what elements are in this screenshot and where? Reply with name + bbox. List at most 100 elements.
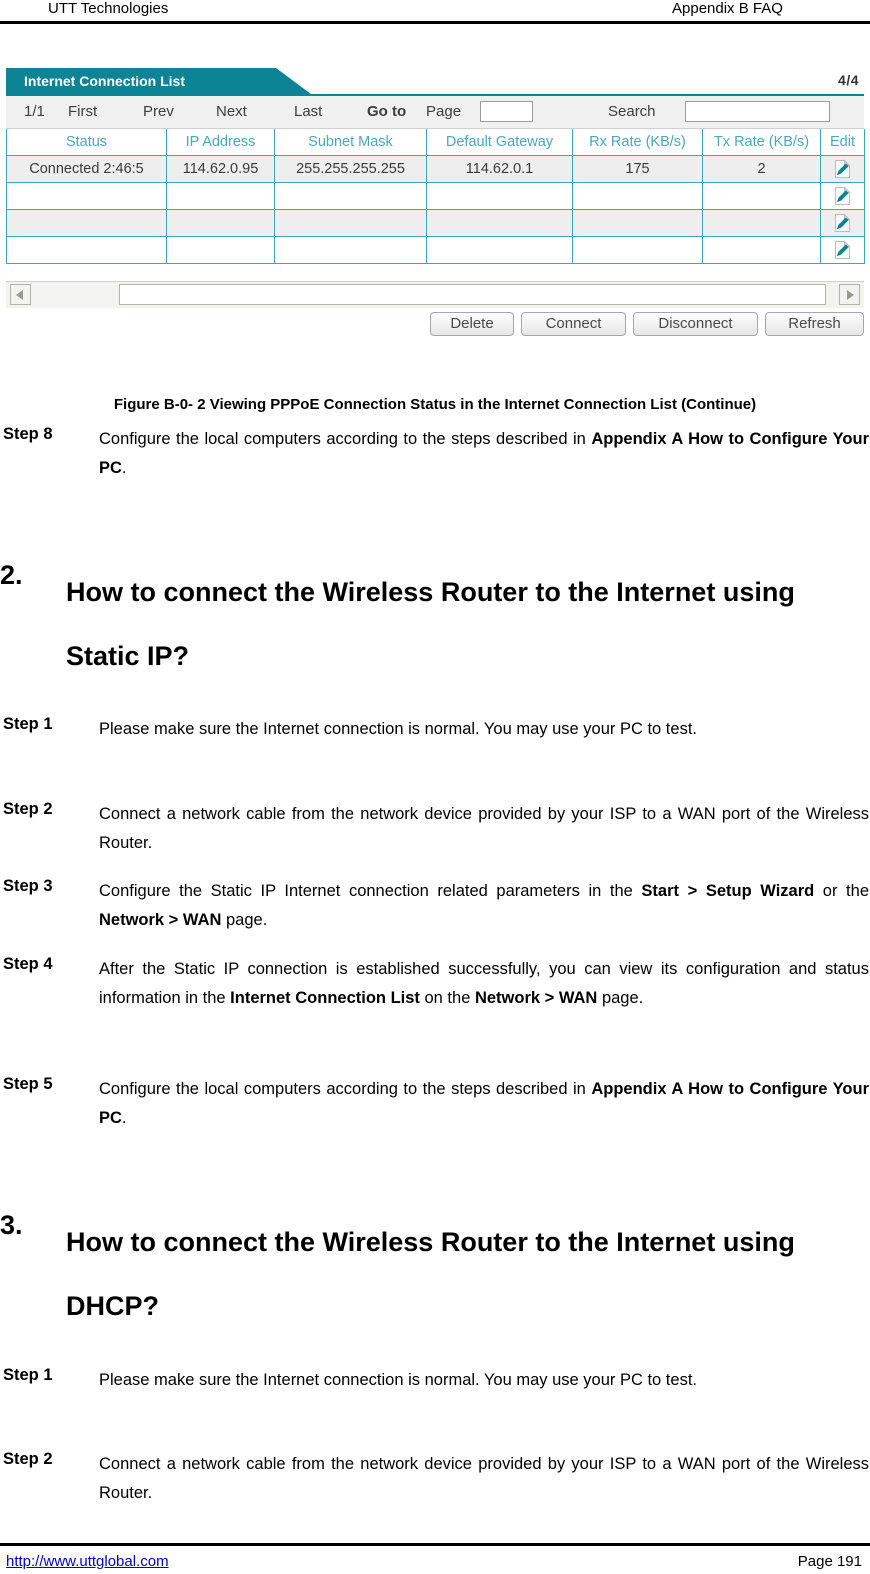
step-text: Configure the local computers according … [99, 1075, 869, 1133]
cell-status [6, 182, 167, 210]
record-counter: 4/4 [838, 72, 859, 88]
cell-edit[interactable] [820, 155, 865, 183]
table-header-row: Status IP Address Subnet Mask Default Ga… [6, 129, 865, 156]
search-label: Search [608, 103, 656, 120]
connect-button[interactable]: Connect [521, 312, 626, 336]
prev-page-link[interactable]: Prev [143, 103, 174, 120]
table-row[interactable]: Connected 2:46:5 114.62.0.95 255.255.255… [6, 155, 865, 183]
column-rx-rate[interactable]: Rx Rate (KB/s) [572, 129, 703, 156]
cell-edit[interactable] [820, 182, 865, 210]
step-label: Step 1 [3, 715, 53, 733]
step-text-part: Configure the Static IP Internet connect… [99, 882, 642, 900]
page-running-head: UTT Technologies Appendix B FAQ [0, 0, 870, 22]
step-label: Step 4 [3, 955, 53, 973]
caret-left-icon [16, 290, 23, 300]
step-text-bold: Internet Connection List [230, 989, 420, 1007]
column-edit: Edit [820, 129, 865, 156]
pagination-bar: 1/1 First Prev Next Last Go to Page Sear… [6, 96, 864, 129]
step-label: Step 3 [3, 877, 53, 895]
edit-pencil-icon[interactable] [833, 213, 853, 233]
cell-tx-rate [702, 182, 821, 210]
page-footer: http://www.uttglobal.com Page 191 [0, 1544, 870, 1574]
page-number-input[interactable] [480, 101, 533, 122]
step-text-part: Configure the local computers according … [99, 1080, 592, 1098]
step-text: Please make sure the Internet connection… [99, 720, 697, 738]
cell-ip-address [166, 182, 275, 210]
step-text: Please make sure the Internet connection… [99, 1371, 697, 1389]
step-label: Step 2 [3, 800, 53, 818]
column-ip-address[interactable]: IP Address [166, 129, 275, 156]
section-number: 3. [0, 1210, 23, 1240]
panel-tab-title: Internet Connection List [6, 68, 311, 94]
cell-subnet-mask [274, 236, 427, 264]
table-row[interactable] [6, 209, 865, 237]
scrollbar-thumb[interactable] [119, 284, 826, 305]
caret-right-icon [847, 290, 854, 300]
edit-pencil-icon[interactable] [833, 159, 853, 179]
goto-label: Go to [367, 103, 407, 120]
first-page-link[interactable]: First [68, 103, 97, 120]
step-text-part: Configure the local computers according … [99, 430, 592, 448]
step-text-bold: Network > WAN [99, 911, 222, 929]
header-section: Appendix B FAQ [672, 0, 783, 17]
step-text-part: . [121, 1109, 127, 1127]
step-text: After the Static IP connection is establ… [99, 955, 869, 1013]
last-page-link[interactable]: Last [294, 103, 322, 120]
footer-url-link[interactable]: http://www.uttglobal.com [6, 1553, 169, 1570]
step-label: Step 2 [3, 1450, 53, 1468]
edit-pencil-icon[interactable] [833, 240, 853, 260]
horizontal-scrollbar[interactable] [6, 281, 864, 308]
cell-rx-rate [572, 182, 703, 210]
step-text-part: . [121, 459, 127, 477]
disconnect-button[interactable]: Disconnect [633, 312, 758, 336]
cell-ip-address [166, 209, 275, 237]
action-button-row: Delete Connect Disconnect Refresh [6, 310, 864, 340]
table-row[interactable] [6, 236, 865, 264]
edit-pencil-icon[interactable] [833, 186, 853, 206]
header-divider [0, 21, 870, 24]
scroll-left-button[interactable] [10, 284, 31, 305]
header-company: UTT Technologies [48, 0, 169, 17]
cell-status [6, 236, 167, 264]
step-label: Step 5 [3, 1075, 53, 1093]
cell-rx-rate [572, 236, 703, 264]
step-text-bold: Start > Setup Wizard [641, 882, 815, 900]
column-default-gateway[interactable]: Default Gateway [426, 129, 573, 156]
refresh-button[interactable]: Refresh [765, 312, 864, 336]
search-input[interactable] [685, 101, 830, 122]
delete-button[interactable]: Delete [430, 312, 514, 336]
scroll-right-button[interactable] [839, 284, 860, 305]
step-text-part: page. [221, 911, 268, 929]
cell-edit[interactable] [820, 236, 865, 264]
step-label: Step 1 [3, 1366, 53, 1384]
page-indicator: 1/1 [24, 103, 45, 120]
connection-list-panel: 1/1 First Prev Next Last Go to Page Sear… [6, 94, 865, 340]
footer-page-number: Page 191 [797, 1553, 862, 1570]
step-text: Connect a network cable from the network… [99, 1455, 869, 1502]
cell-ip-address [166, 236, 275, 264]
cell-ip-address: 114.62.0.95 [166, 155, 275, 183]
cell-default-gateway [426, 209, 573, 237]
section-title: How to connect the Wireless Router to th… [66, 1227, 795, 1321]
section-number: 2. [0, 560, 23, 590]
cell-tx-rate [702, 236, 821, 264]
column-subnet-mask[interactable]: Subnet Mask [274, 129, 427, 156]
cell-tx-rate: 2 [702, 155, 821, 183]
cell-default-gateway [426, 236, 573, 264]
cell-status: Connected 2:46:5 [6, 155, 167, 183]
cell-subnet-mask [274, 182, 427, 210]
column-tx-rate[interactable]: Tx Rate (KB/s) [702, 129, 821, 156]
connection-table: Status IP Address Subnet Mask Default Ga… [6, 129, 865, 264]
cell-subnet-mask: 255.255.255.255 [274, 155, 427, 183]
cell-edit[interactable] [820, 209, 865, 237]
step-label: Step 8 [3, 425, 53, 443]
section-title: How to connect the Wireless Router to th… [66, 577, 795, 671]
step-text: Connect a network cable from the network… [99, 805, 869, 852]
step-text: Configure the local computers according … [99, 425, 869, 483]
table-row[interactable] [6, 182, 865, 210]
step-text-part: on the [419, 989, 475, 1007]
column-status[interactable]: Status [6, 129, 167, 156]
next-page-link[interactable]: Next [216, 103, 247, 120]
figure-caption: Figure B-0- 2 Viewing PPPoE Connection S… [113, 396, 757, 413]
cell-rx-rate [572, 209, 703, 237]
